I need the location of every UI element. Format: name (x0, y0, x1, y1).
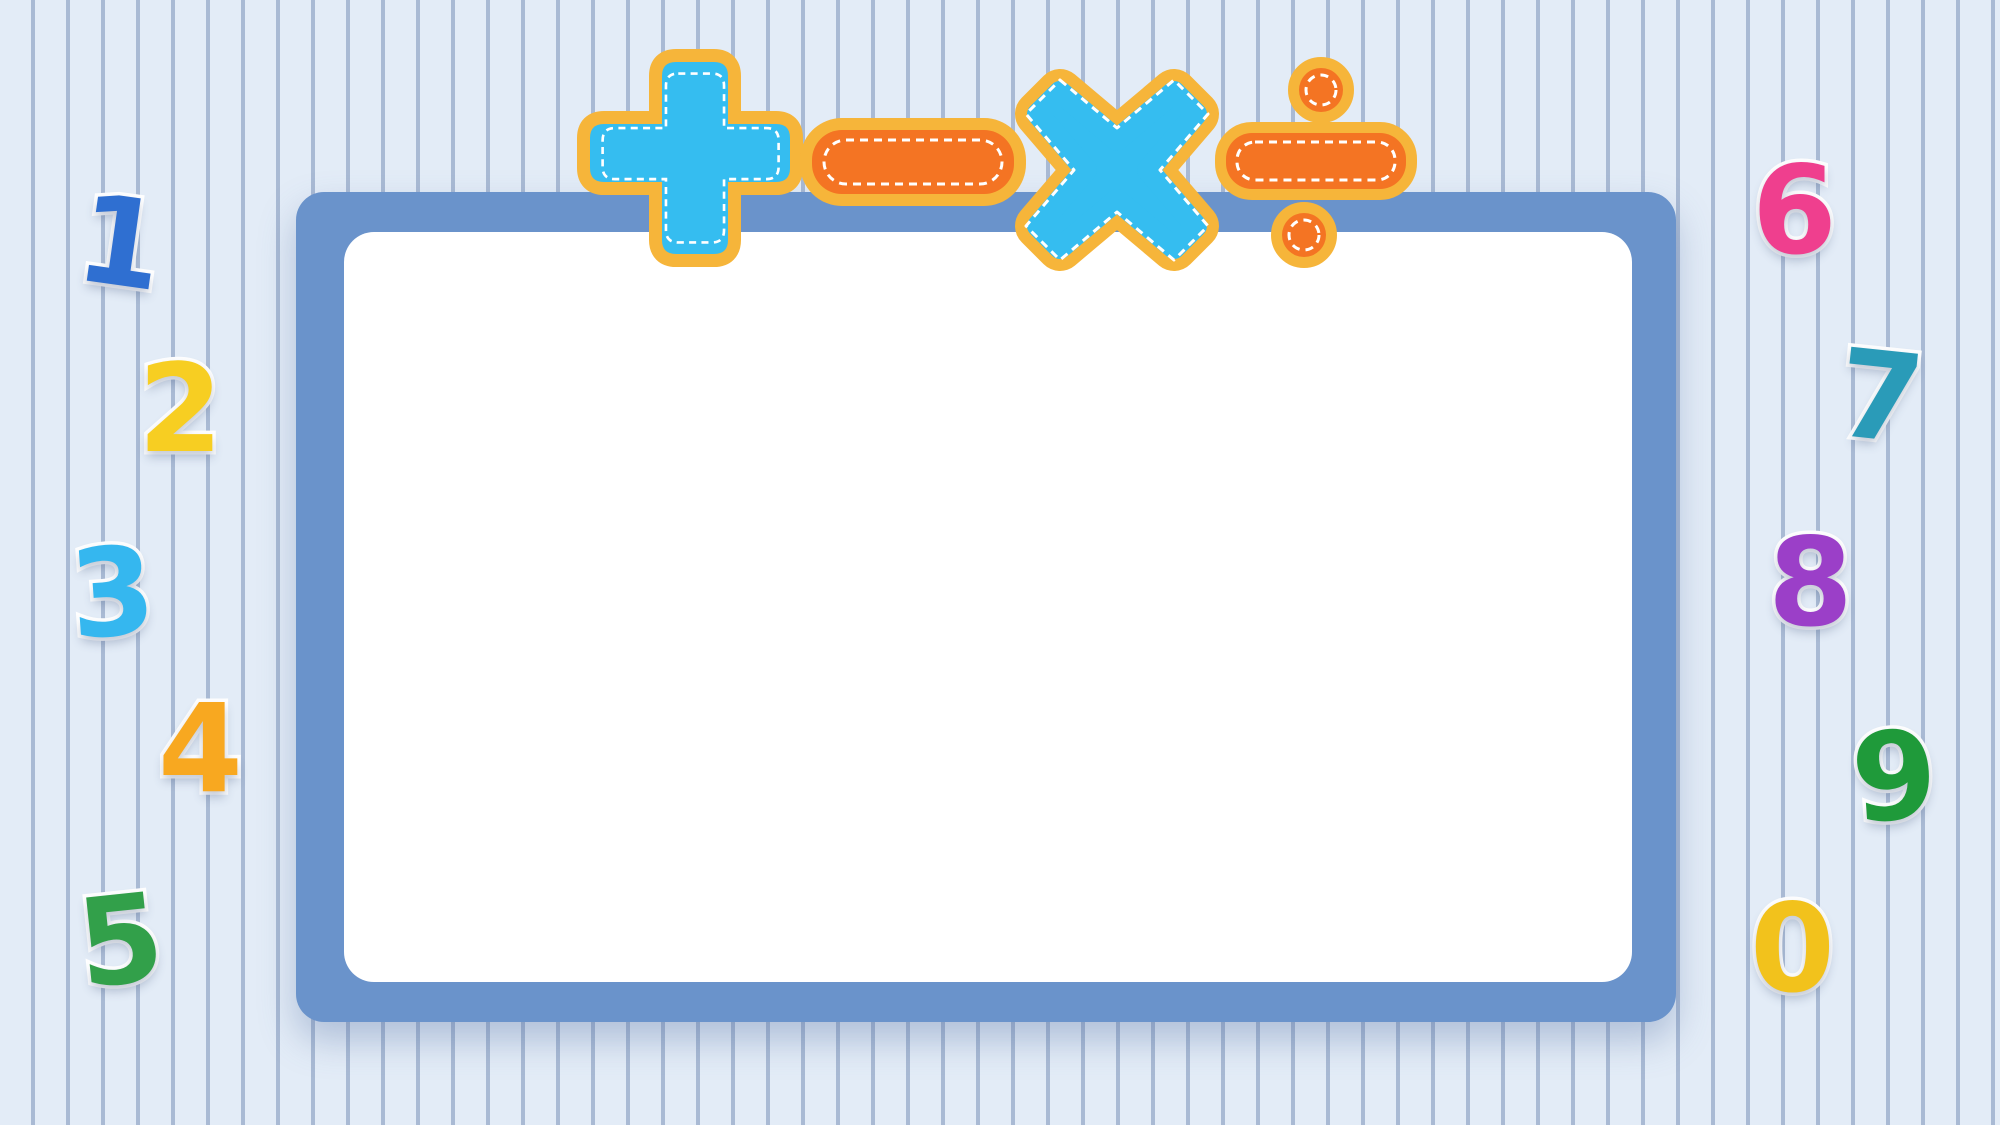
digit-two-sticker: 2 (135, 338, 227, 480)
digit-zero-sticker: 0 (1747, 878, 1839, 1020)
digit-three-sticker: 3 (62, 516, 164, 671)
digit-one-sticker: 1 (65, 163, 176, 322)
whiteboard-frame (296, 192, 1676, 1022)
whiteboard-blank-area (344, 232, 1632, 982)
digit-nine-sticker: 9 (1844, 700, 1946, 855)
minus-icon (800, 118, 1026, 206)
digit-seven-sticker: 7 (1827, 318, 1933, 475)
digit-five-sticker: 5 (67, 862, 173, 1019)
digit-six-sticker: 6 (1749, 140, 1841, 282)
digit-four-sticker: 4 (155, 678, 247, 820)
digit-eight-sticker: 8 (1765, 512, 1857, 654)
